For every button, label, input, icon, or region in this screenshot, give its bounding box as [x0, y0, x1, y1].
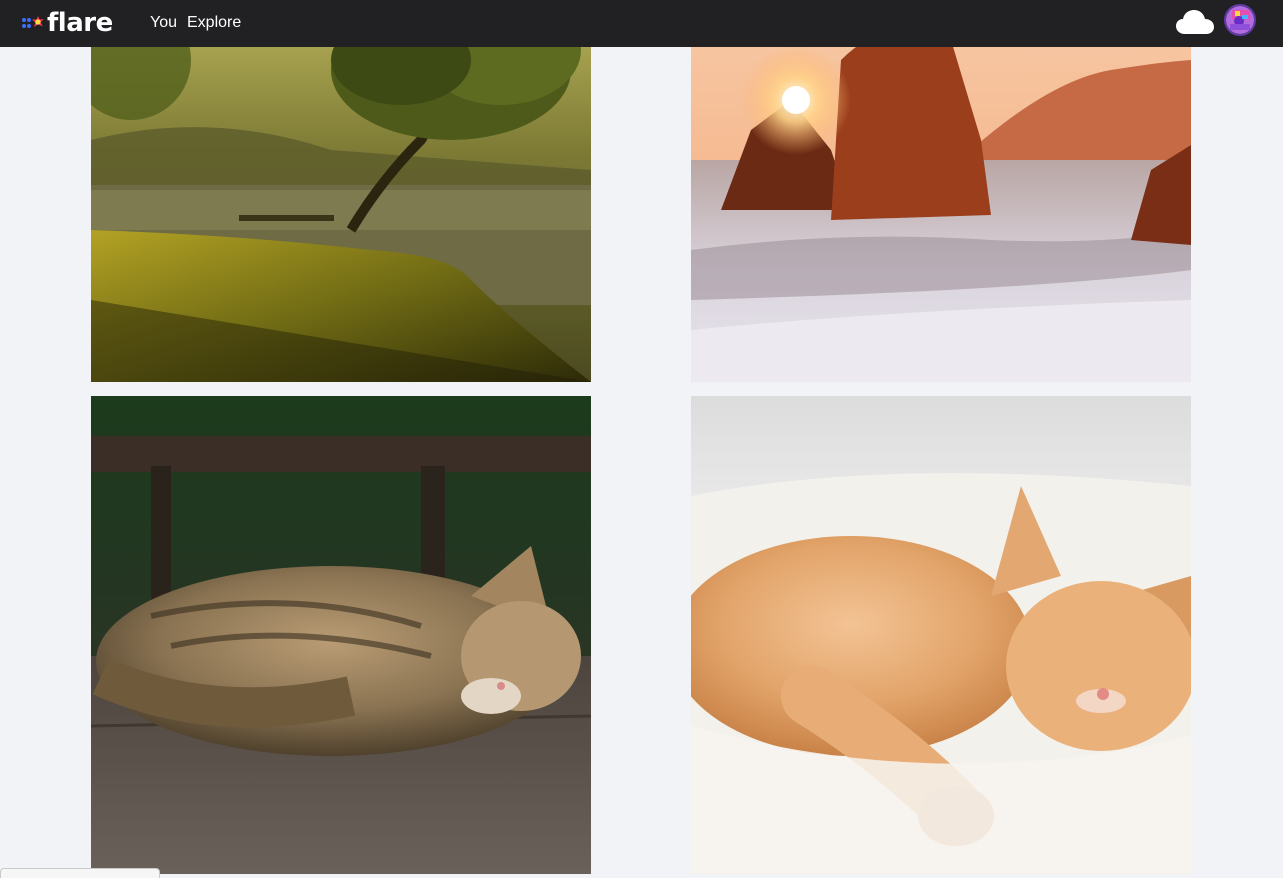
cloud-upload-icon[interactable] — [1175, 7, 1215, 37]
user-avatar[interactable] — [1224, 4, 1256, 36]
logo-text: flare — [47, 8, 113, 38]
nav-explore[interactable]: Explore — [187, 12, 241, 34]
main-nav: You Explore — [150, 12, 241, 34]
top-navigation-bar: flare You Explore — [0, 0, 1283, 47]
photo-orange-cat[interactable] — [691, 396, 1191, 874]
photo-tabby-cat[interactable] — [91, 396, 591, 874]
logo-mark-icon — [22, 15, 46, 31]
photo-lake-tree[interactable] — [91, 0, 591, 382]
flare-logo[interactable]: flare — [22, 6, 113, 40]
nav-you[interactable]: You — [150, 12, 177, 34]
photo-sea-rocks-sunset[interactable] — [691, 0, 1191, 382]
browser-status-bar — [0, 868, 160, 878]
